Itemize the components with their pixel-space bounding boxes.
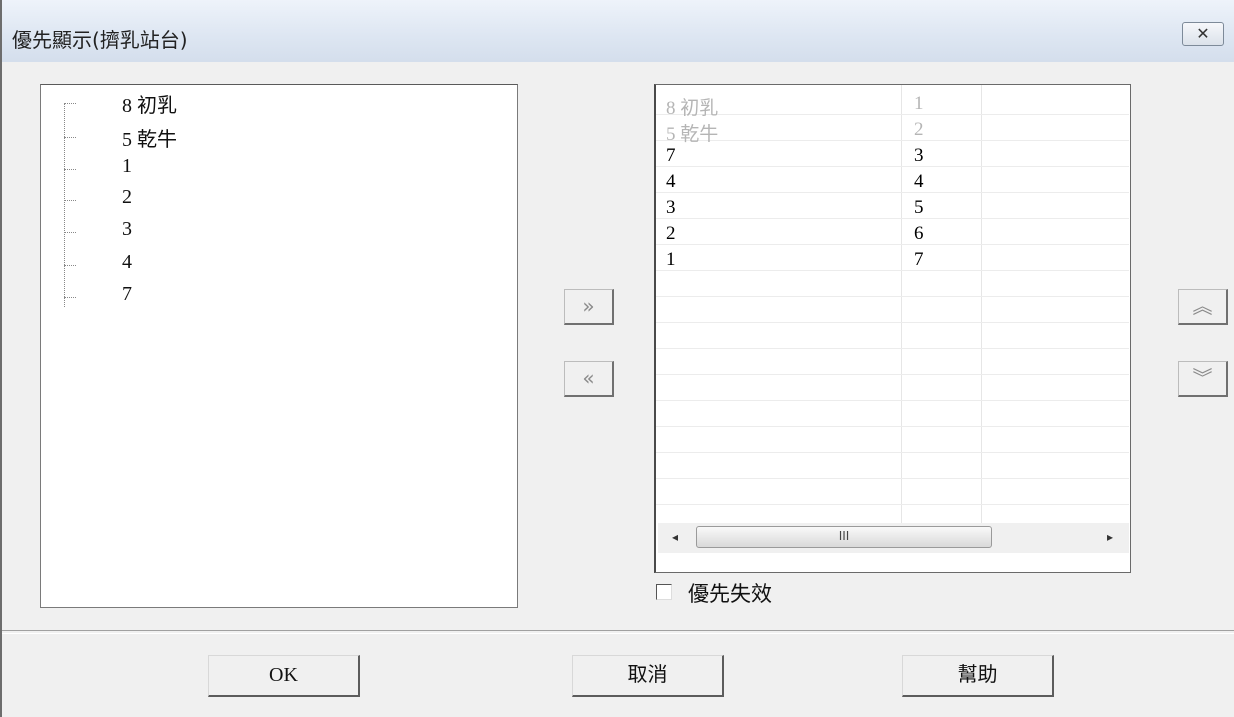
dialog-window: 優先顯示(擠乳站台) ✕ 8 初乳 5 乾牛 1 2 3 4 7 » « 8 初… [0,0,1234,717]
row-name: 3 [666,197,676,218]
empty-row [656,375,1129,401]
row-rank: 1 [914,93,924,114]
double-down-arrow-icon: ︾ [1192,366,1213,390]
window-title: 優先顯示(擠乳站台) [12,28,188,52]
empty-row [656,271,1129,297]
row-rank: 4 [914,171,924,192]
scroll-right-arrow-icon[interactable]: ▸ [1107,530,1113,544]
row-rank: 2 [914,119,924,140]
priority-disabled-label: 優先失效 [688,582,772,606]
tree-item-label: 2 [122,186,132,208]
available-groups-tree[interactable]: 8 初乳 5 乾牛 1 2 3 4 7 [40,84,518,608]
tree-item[interactable]: 2 [64,186,364,216]
tree-item[interactable]: 4 [64,251,364,281]
priority-list[interactable]: 8 初乳 1 5 乾牛 2 7 3 4 4 3 5 2 6 1 7 ◂ III … [654,84,1131,573]
tree-item[interactable]: 7 [64,283,364,313]
tree-item-label: 1 [122,155,132,177]
list-row[interactable]: 7 3 [656,141,1129,167]
double-left-arrow-icon: « [582,366,595,390]
row-name: 1 [666,249,676,270]
tree-branch [64,265,76,266]
double-up-arrow-icon: ︽ [1192,294,1213,318]
footer-separator [2,630,1234,634]
tree-item[interactable]: 5 乾牛 [64,123,364,153]
move-down-button[interactable]: ︾ [1178,361,1228,397]
tree-item[interactable]: 8 初乳 [64,89,364,119]
close-icon: ✕ [1196,24,1210,43]
row-name: 4 [666,171,676,192]
empty-row [656,349,1129,375]
ok-button[interactable]: OK [208,655,360,697]
help-button[interactable]: 幫助 [902,655,1054,697]
horizontal-scrollbar[interactable]: ◂ III ▸ [658,523,1129,553]
tree-item-label: 5 乾牛 [122,129,177,151]
row-rank: 7 [914,249,924,270]
empty-row [656,453,1129,479]
row-name: 7 [666,145,676,166]
list-row[interactable]: 2 6 [656,219,1129,245]
row-rank: 5 [914,197,924,218]
list-row[interactable]: 5 乾牛 2 [656,115,1129,145]
scroll-grip-icon: III [838,529,850,543]
scroll-thumb[interactable]: III [696,526,992,548]
close-button[interactable]: ✕ [1182,22,1224,46]
row-name: 2 [666,223,676,244]
empty-row [656,323,1129,349]
tree-item[interactable]: 3 [64,218,364,248]
list-row[interactable]: 4 4 [656,167,1129,193]
tree-item-label: 7 [122,283,132,305]
tree-branch [64,103,76,104]
list-row[interactable]: 8 初乳 1 [656,89,1129,119]
priority-disabled-checkbox[interactable] [656,584,672,600]
tree-branch [64,232,76,233]
row-rank: 3 [914,145,924,166]
empty-row [656,401,1129,427]
double-right-arrow-icon: » [582,294,595,318]
add-to-priority-button[interactable]: » [564,289,614,325]
tree-item-label: 3 [122,218,132,240]
tree-branch [64,200,76,201]
tree-branch [64,169,76,170]
move-up-button[interactable]: ︽ [1178,289,1228,325]
tree-branch [64,297,76,298]
list-row[interactable]: 1 7 [656,245,1129,271]
title-bar: 優先顯示(擠乳站台) ✕ [2,0,1234,62]
empty-row [656,479,1129,505]
remove-from-priority-button[interactable]: « [564,361,614,397]
list-row[interactable]: 3 5 [656,193,1129,219]
tree-item-label: 8 初乳 [122,95,177,117]
scroll-left-arrow-icon[interactable]: ◂ [672,530,678,544]
tree-item-label: 4 [122,251,132,273]
empty-row [656,297,1129,323]
tree-item[interactable]: 1 [64,155,364,185]
cancel-button[interactable]: 取消 [572,655,724,697]
empty-row [656,427,1129,453]
tree-branch [64,137,76,138]
row-rank: 6 [914,223,924,244]
